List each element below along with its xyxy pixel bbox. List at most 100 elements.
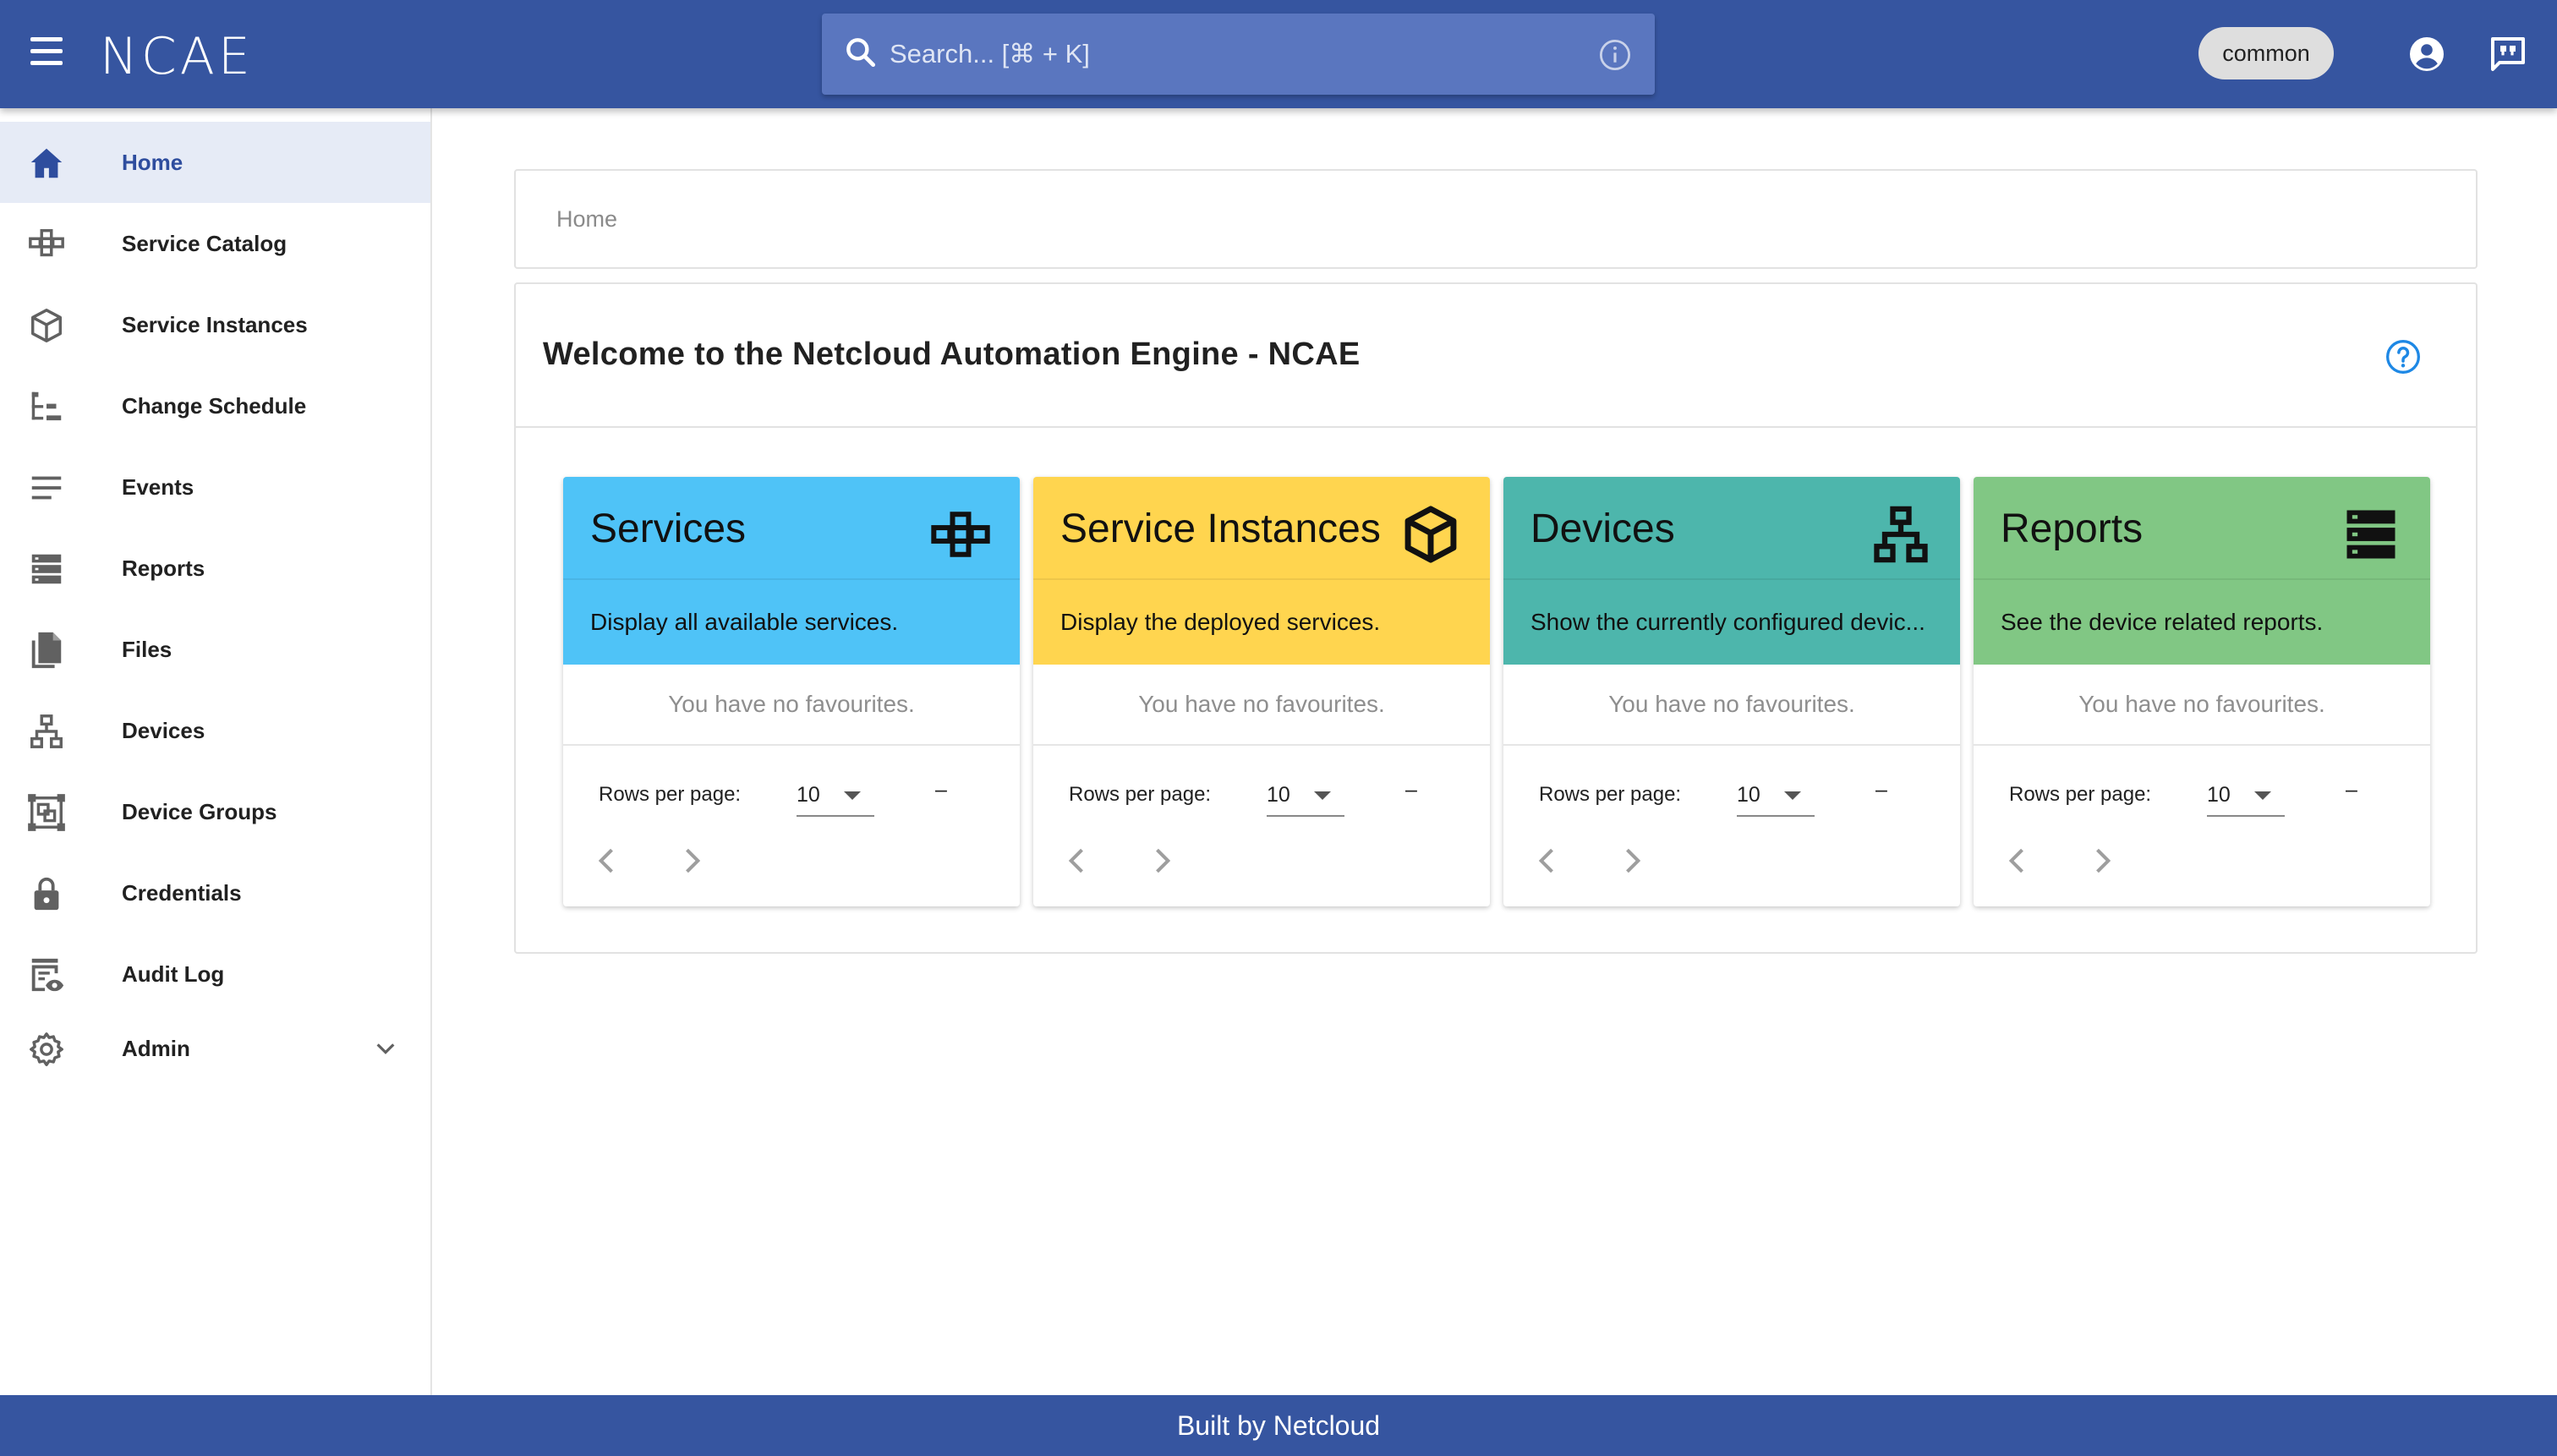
menu-icon[interactable] <box>25 37 69 71</box>
services-card-header[interactable]: Services Display all available services. <box>563 477 1020 665</box>
welcome-panel: Welcome to the Netcloud Automation Engin… <box>514 282 2478 954</box>
cube-icon <box>1404 506 1457 563</box>
sidebar-item-files[interactable]: Files <box>0 609 430 690</box>
sidebar-item-credentials[interactable]: Credentials <box>0 852 430 933</box>
sidebar-item-home[interactable]: Home <box>0 122 430 203</box>
card-title: Services <box>590 506 747 551</box>
next-page-icon[interactable] <box>2083 842 2121 879</box>
rows-per-page-label: Rows per page: <box>599 783 742 806</box>
sidebar-item-label: Events <box>122 473 194 500</box>
card-title: Reports <box>2001 506 2144 551</box>
device-groups-icon <box>28 794 65 831</box>
pagination-range: – <box>935 778 947 802</box>
rows-per-page-label: Rows per page: <box>1539 783 1682 806</box>
reports-card: Reports See the device related reports. … <box>1974 477 2430 906</box>
sidebar-item-reports[interactable]: Reports <box>0 528 430 609</box>
devices-card-header[interactable]: Devices Show the currently configured de… <box>1503 477 1960 665</box>
previous-page-icon[interactable] <box>589 842 626 879</box>
rows-per-page-select[interactable]: 10 <box>1267 773 1344 817</box>
previous-page-icon[interactable] <box>1529 842 1566 879</box>
lock-icon <box>34 877 59 911</box>
breadcrumb: Home <box>514 169 2478 269</box>
card-title: Service Instances <box>1060 506 1381 551</box>
rows-per-page-label: Rows per page: <box>1069 783 1212 806</box>
pagination-range: – <box>2346 778 2357 802</box>
sidebar-item-label: Devices <box>122 717 205 743</box>
search-icon <box>846 38 876 68</box>
breadcrumb-home[interactable]: Home <box>556 206 617 233</box>
next-page-icon[interactable] <box>673 842 710 879</box>
dropdown-arrow-icon <box>844 791 861 800</box>
scope-chip[interactable]: common <box>2198 27 2334 79</box>
card-description: Display all available services. <box>590 609 899 635</box>
files-icon <box>31 632 62 669</box>
search-input[interactable] <box>890 29 1549 79</box>
app-logo[interactable]: NCAE <box>100 27 254 86</box>
next-page-icon[interactable] <box>1143 842 1180 879</box>
previous-page-icon[interactable] <box>1999 842 2036 879</box>
sidebar-item-label: Admin <box>122 1035 190 1061</box>
pagination-range: – <box>1875 778 1887 802</box>
sidebar-item-label: Service Instances <box>122 311 308 337</box>
rows-per-page-value: 10 <box>1737 783 1760 807</box>
feedback-icon[interactable] <box>2488 34 2528 74</box>
sidebar-item-device-groups[interactable]: Device Groups <box>0 771 430 852</box>
services-blocks-icon <box>931 512 990 557</box>
card-description: See the device related reports. <box>2001 609 2324 635</box>
home-icon <box>30 148 63 178</box>
top-app-bar: NCAE common <box>0 0 2557 108</box>
empty-favourites-message: You have no favourites. <box>1503 665 1960 746</box>
previous-page-icon[interactable] <box>1059 842 1096 879</box>
rows-per-page-value: 10 <box>2207 783 2231 807</box>
sidebar-item-service-catalog[interactable]: Service Catalog <box>0 203 430 284</box>
rows-per-page-label: Rows per page: <box>2009 783 2152 806</box>
dropdown-arrow-icon <box>2254 791 2271 800</box>
card-description: Display the deployed services. <box>1060 609 1381 635</box>
sidebar-item-events[interactable]: Events <box>0 446 430 528</box>
footer-text: Built by Netcloud <box>1176 1409 1381 1441</box>
reports-icon <box>2346 510 2395 559</box>
sidebar-item-label: Files <box>122 636 172 662</box>
sidebar-item-label: Service Catalog <box>122 230 287 256</box>
sidebar-item-change-schedule[interactable]: Change Schedule <box>0 365 430 446</box>
sidebar-item-devices[interactable]: Devices <box>0 690 430 771</box>
chevron-down-icon[interactable] <box>372 1035 399 1062</box>
sidebar-item-admin[interactable]: Admin <box>0 1015 430 1082</box>
sidebar-item-label: Home <box>122 149 183 175</box>
dropdown-arrow-icon <box>1314 791 1331 800</box>
schedule-tree-icon <box>31 391 62 421</box>
rows-per-page-value: 10 <box>797 783 820 807</box>
account-circle-icon[interactable] <box>2406 34 2447 74</box>
reports-icon <box>31 554 62 584</box>
sidebar-item-label: Device Groups <box>122 798 277 824</box>
rows-per-page-select[interactable]: 10 <box>797 773 874 817</box>
rows-per-page-select[interactable]: 10 <box>1737 773 1815 817</box>
events-list-icon <box>31 476 62 500</box>
empty-favourites-message: You have no favourites. <box>1033 665 1490 746</box>
sidebar-item-label: Audit Log <box>122 961 225 987</box>
rows-per-page-select[interactable]: 10 <box>2207 773 2285 817</box>
search-bar[interactable] <box>822 14 1655 95</box>
reports-card-header[interactable]: Reports See the device related reports. <box>1974 477 2430 665</box>
sidebar-item-label: Change Schedule <box>122 392 307 419</box>
card-title: Devices <box>1530 506 1675 551</box>
footer: Built by Netcloud <box>0 1395 2557 1456</box>
devices-network-icon <box>1874 506 1928 563</box>
gear-icon <box>30 1032 63 1066</box>
sidebar-item-label: Credentials <box>122 879 242 906</box>
sidebar-item-audit-log[interactable]: Audit Log <box>0 933 430 1015</box>
service-instances-card-header[interactable]: Service Instances Display the deployed s… <box>1033 477 1490 665</box>
welcome-panel-header: Welcome to the Netcloud Automation Engin… <box>516 284 2476 428</box>
rows-per-page-value: 10 <box>1267 783 1290 807</box>
sidebar-item-service-instances[interactable]: Service Instances <box>0 284 430 365</box>
info-icon[interactable] <box>1597 37 1633 73</box>
empty-favourites-message: You have no favourites. <box>563 665 1020 746</box>
next-page-icon[interactable] <box>1613 842 1651 879</box>
service-catalog-icon <box>29 228 64 257</box>
devices-network-icon <box>30 714 63 748</box>
cube-icon <box>30 309 63 342</box>
help-icon[interactable] <box>2385 338 2422 375</box>
service-instances-card: Service Instances Display the deployed s… <box>1033 477 1490 906</box>
devices-card: Devices Show the currently configured de… <box>1503 477 1960 906</box>
pagination-range: – <box>1405 778 1417 802</box>
